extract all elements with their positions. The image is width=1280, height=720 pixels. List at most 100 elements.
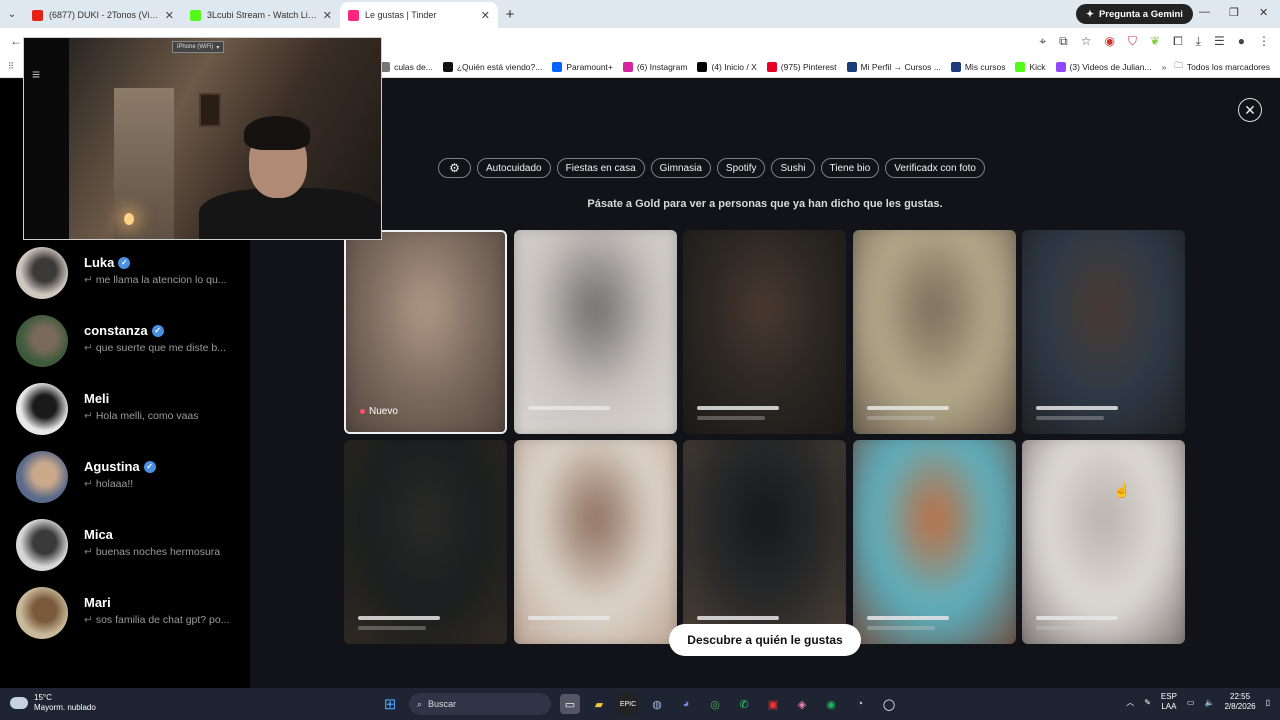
chat-item[interactable]: constanza ✓ ↵ que suerte que me diste b... <box>16 315 246 371</box>
chat-last-message: me llama la atencion lo qu... <box>95 274 227 286</box>
maximize-button[interactable]: ❐ <box>1229 6 1239 19</box>
clock[interactable]: 22:55 2/8/2026 <box>1224 692 1255 712</box>
like-card[interactable] <box>344 440 507 644</box>
tab-close-icon[interactable]: ✕ <box>165 9 174 22</box>
bookmark-item[interactable]: (6) Instagram <box>622 61 687 72</box>
discover-likes-button[interactable]: Descubre a quién le gustas <box>669 624 861 656</box>
screen-share-icon[interactable]: ⧉ <box>1059 34 1068 49</box>
apps-grid-icon[interactable]: ⠿ <box>0 61 22 72</box>
window-close-button[interactable]: ✕ <box>1259 6 1268 19</box>
chat-item[interactable]: Luka ✓ ↵ me llama la atencion lo qu... <box>16 247 246 303</box>
avatar[interactable] <box>16 315 68 367</box>
discord-icon[interactable]: ◕ <box>676 694 696 714</box>
volume-icon[interactable]: 🔈 <box>1204 698 1214 707</box>
hidden-name-placeholder <box>358 616 440 620</box>
task-view-icon[interactable]: ▭ <box>560 694 580 714</box>
reading-list-icon[interactable]: ☰ <box>1214 34 1225 49</box>
webcam-lamp <box>124 213 134 225</box>
bookmarks-overflow-icon[interactable]: » <box>1162 62 1167 72</box>
chat-last-message: que suerte que me diste b... <box>95 342 226 354</box>
bookmark-item[interactable]: (975) Pinterest <box>766 61 837 72</box>
language-indicator[interactable]: ESP LAA <box>1161 692 1177 712</box>
like-card[interactable] <box>853 230 1016 434</box>
chat-item[interactable]: Mari ↵ sos familia de chat gpt? po... <box>16 587 246 643</box>
like-card[interactable] <box>514 440 677 644</box>
chat-name-row: Mica <box>84 527 113 542</box>
bookmark-item[interactable]: (3) Videos de Julian... <box>1055 61 1152 72</box>
filter-chip[interactable]: Tiene bio <box>820 158 880 178</box>
weather-widget[interactable]: 15°C Mayorm. nublado <box>10 693 96 713</box>
browser-tab[interactable]: 3Lcubi Stream - Watch Live on K ✕ <box>182 2 340 28</box>
filter-chip[interactable]: Autocuidado <box>477 158 551 178</box>
bookmark-item[interactable]: ¿Quién está viendo?... <box>442 61 542 72</box>
browser-tab[interactable]: (6877) DUKI - 2Tonos (Video Of ✕ <box>24 2 182 28</box>
chat-item[interactable]: Mica ↵ buenas noches hermosura <box>16 519 246 575</box>
app-red-icon[interactable]: ▣ <box>763 694 783 714</box>
app-pink-icon[interactable]: ◈ <box>792 694 812 714</box>
bookmark-item[interactable]: Mi Perfil → Cursos ... <box>846 61 941 72</box>
chat-item[interactable]: Meli ↵ Hola melli, como vaas <box>16 383 246 439</box>
tab-close-icon[interactable]: ✕ <box>481 9 490 22</box>
tray-overflow-icon[interactable]: ︿ <box>1126 697 1134 708</box>
minimize-button[interactable]: — <box>1199 6 1210 18</box>
hamburger-menu-icon[interactable]: ≡ <box>32 66 40 82</box>
new-tab-button[interactable]: + <box>498 6 522 23</box>
taskbar-search[interactable]: ⌕ Buscar <box>409 693 551 715</box>
spotify-icon[interactable]: ◉ <box>821 694 841 714</box>
avatar[interactable] <box>16 519 68 571</box>
keyboard-layout: LAA <box>1161 702 1177 711</box>
webcam-source-dropdown[interactable]: iPhone (WiFi) ▾ <box>172 41 225 53</box>
epic-games-icon[interactable]: EPIC <box>618 694 638 714</box>
whatsapp-icon[interactable]: ✆ <box>734 694 754 714</box>
avatar[interactable] <box>16 587 68 639</box>
like-card[interactable] <box>514 230 677 434</box>
profile-avatar[interactable]: ● <box>1238 34 1245 49</box>
bookmark-item[interactable]: Kick <box>1015 61 1046 72</box>
more-menu-icon[interactable]: ⋮ <box>1258 34 1270 49</box>
bookmark-item[interactable]: culas de... <box>380 61 433 72</box>
obs-icon[interactable]: ◔ <box>850 694 870 714</box>
location-icon[interactable]: ⌖ <box>1039 34 1046 49</box>
filter-chip[interactable]: Sushi <box>771 158 815 178</box>
tab-search-button[interactable]: ⌄ <box>0 0 24 28</box>
filter-chip[interactable]: Verificadx con foto <box>885 158 985 178</box>
extension-icon[interactable]: ◉ <box>1105 34 1115 49</box>
bookmark-item[interactable]: (4) Inicio / X <box>697 61 757 72</box>
extensions-puzzle-icon[interactable]: ⧠ <box>1173 34 1183 49</box>
filter-chip[interactable]: Fiestas en casa <box>556 158 645 178</box>
avatar[interactable] <box>16 247 68 299</box>
close-icon[interactable]: ✕ <box>1238 98 1262 122</box>
like-card[interactable] <box>1022 440 1185 644</box>
bookmark-item[interactable]: Mis cursos <box>950 61 1005 72</box>
back-button[interactable]: ← <box>10 34 22 48</box>
avatar[interactable] <box>16 383 68 435</box>
filter-chip[interactable]: Spotify <box>716 158 766 178</box>
chat-item[interactable]: Agustina ✓ ↵ holaaa!! <box>16 451 246 507</box>
extension-leaf-icon[interactable]: ❦ <box>1150 34 1160 49</box>
bookmark-item[interactable]: Paramount+ <box>552 61 613 72</box>
like-card[interactable] <box>853 440 1016 644</box>
shield-extension-icon[interactable]: ⛉ <box>1128 34 1137 49</box>
tab-close-icon[interactable]: ✕ <box>323 9 332 22</box>
all-bookmarks[interactable]: 🗀 Todos los marcadores <box>1174 60 1270 74</box>
app-circle-icon[interactable]: ◯ <box>879 694 899 714</box>
windows-start-icon[interactable]: ⊞ <box>380 694 400 714</box>
like-card[interactable]: Nuevo <box>344 230 507 434</box>
file-explorer-icon[interactable]: ▰ <box>589 694 609 714</box>
like-card[interactable] <box>683 440 846 644</box>
hidden-info-placeholder <box>528 416 596 420</box>
pen-icon[interactable]: ✎ <box>1144 698 1151 707</box>
like-card[interactable] <box>683 230 846 434</box>
display-icon[interactable]: ▭ <box>1187 698 1195 707</box>
filter-settings-icon[interactable]: ⚙ <box>438 158 471 178</box>
browser-tab[interactable]: Le gustas | Tinder ✕ <box>340 2 498 28</box>
chrome-icon[interactable]: ◎ <box>705 694 725 714</box>
download-icon[interactable]: ⤓ <box>1196 34 1201 49</box>
like-card[interactable] <box>1022 230 1185 434</box>
steam-icon[interactable]: ◍ <box>647 694 667 714</box>
filter-chip[interactable]: Gimnasia <box>650 158 711 178</box>
bookmark-star-icon[interactable]: ☆ <box>1081 34 1092 49</box>
gemini-button[interactable]: ✦ Pregunta a Gemini <box>1076 4 1193 24</box>
avatar[interactable] <box>16 451 68 503</box>
notifications-icon[interactable]: ▯ <box>1266 698 1270 707</box>
